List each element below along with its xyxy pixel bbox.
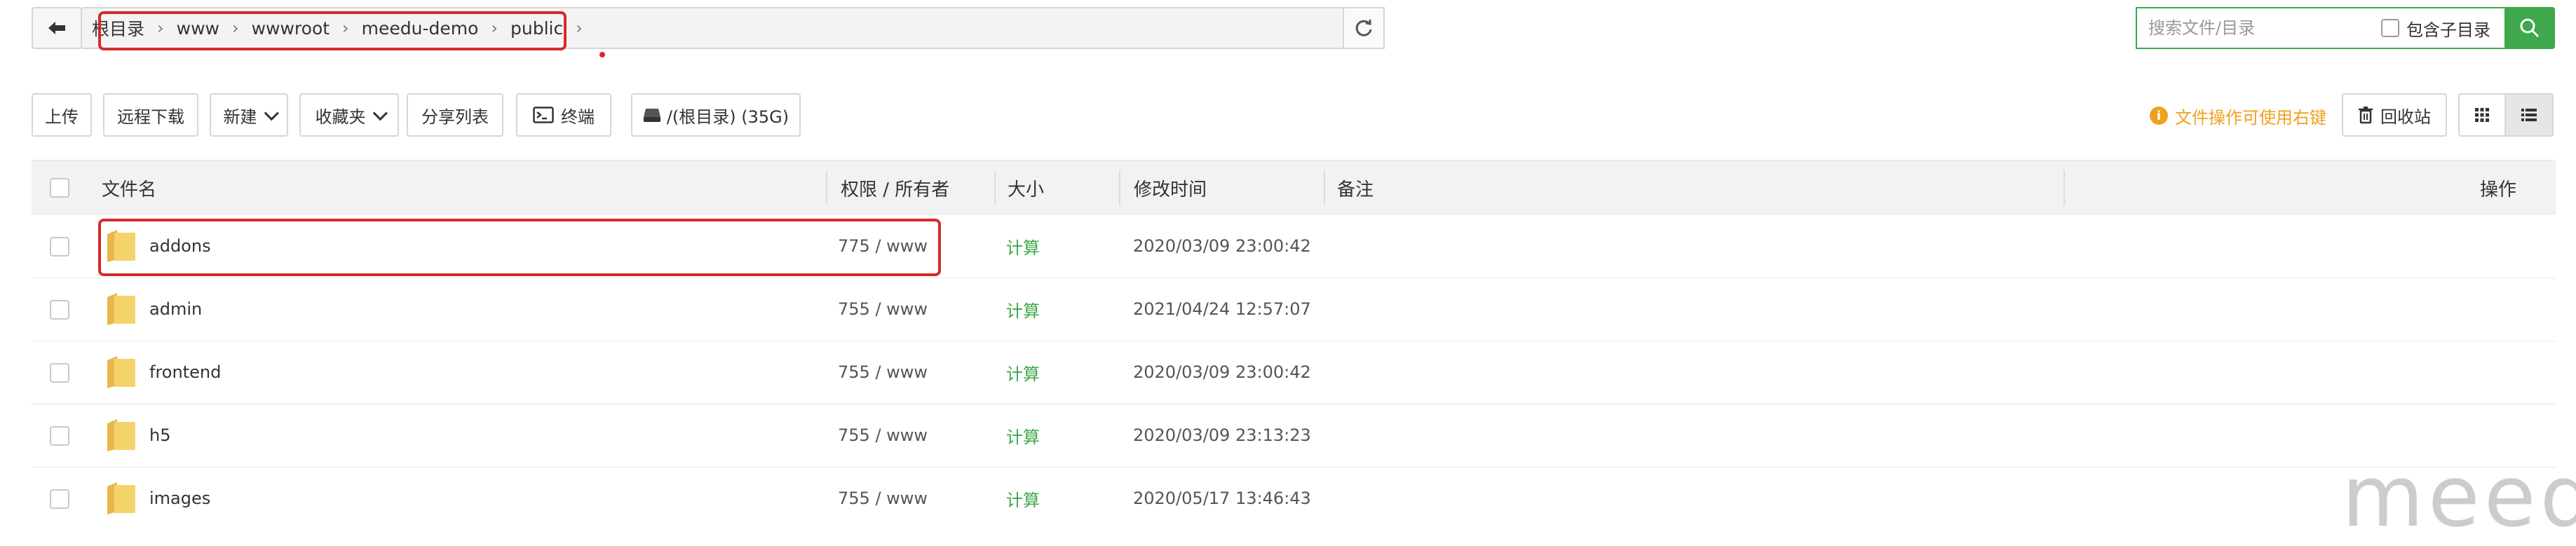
file-permission[interactable]: 755 / www: [838, 467, 928, 530]
calc-size-link[interactable]: 计算: [1006, 214, 1040, 278]
info-icon: i: [2150, 107, 2168, 125]
file-name[interactable]: images: [149, 467, 210, 530]
folder-icon: [107, 419, 135, 451]
chevron-down-icon: [264, 105, 279, 121]
favorites-label: 收藏夹: [315, 107, 366, 127]
upload-button[interactable]: 上传: [32, 93, 92, 137]
search-field: 包含子目录: [2136, 7, 2504, 49]
calc-size-link[interactable]: 计算: [1006, 278, 1040, 341]
annotation-dot: [599, 52, 605, 57]
table-row[interactable]: frontend 755 / www 计算 2020/03/09 23:00:4…: [32, 341, 2556, 404]
refresh-button[interactable]: [1344, 7, 1385, 49]
remote-download-label: 远程下载: [117, 107, 184, 127]
row-checkbox[interactable]: [50, 300, 69, 320]
annotation-highlight-path: [98, 11, 567, 50]
new-dropdown-button[interactable]: 新建: [210, 93, 288, 137]
file-name[interactable]: frontend: [149, 341, 221, 404]
file-mtime: 2020/03/09 23:00:42: [1133, 362, 1311, 382]
table-row[interactable]: admin 755 / www 计算 2021/04/24 12:57:07: [32, 278, 2556, 341]
terminal-button[interactable]: 终端: [516, 93, 611, 137]
row-checkbox[interactable]: [50, 426, 69, 446]
favorites-dropdown-button[interactable]: 收藏夹: [299, 93, 399, 137]
chevron-right-icon: ›: [576, 18, 583, 38]
list-view-icon: [2521, 109, 2537, 121]
file-permission[interactable]: 755 / www: [838, 278, 928, 341]
terminal-icon: [533, 107, 554, 123]
row-checkbox[interactable]: [50, 237, 69, 257]
row-checkbox[interactable]: [50, 489, 69, 509]
terminal-label: 终端: [561, 107, 595, 127]
header-remark: 备注: [1337, 179, 1374, 200]
column-divider: [2063, 170, 2065, 205]
calc-size-link[interactable]: 计算: [1006, 404, 1040, 467]
file-table-header: 文件名 权限 / 所有者 大小 修改时间 备注 操作: [32, 160, 2556, 214]
right-click-tip: i 文件操作可使用右键: [2150, 104, 2326, 128]
file-mtime: 2021/04/24 12:57:07: [1133, 299, 1311, 319]
row-checkbox[interactable]: [50, 363, 69, 383]
header-modified-time[interactable]: 修改时间: [1134, 161, 1207, 215]
recycle-bin-button[interactable]: 回收站: [2342, 93, 2447, 137]
upload-label: 上传: [45, 107, 79, 127]
folder-icon: [107, 356, 135, 388]
file-permission[interactable]: 755 / www: [838, 341, 928, 404]
file-permission[interactable]: 755 / www: [838, 404, 928, 467]
disk-button[interactable]: /(根目录) (35G): [631, 93, 801, 137]
include-subdir-toggle[interactable]: 包含子目录: [2381, 16, 2490, 41]
search-input[interactable]: [2137, 18, 2381, 39]
recycle-bin-label: 回收站: [2380, 107, 2431, 127]
new-label: 新建: [223, 107, 257, 127]
folder-icon: [107, 482, 135, 514]
disk-label: /(根目录) (35G): [666, 107, 789, 127]
include-subdir-checkbox[interactable]: [2381, 19, 2399, 37]
hard-drive-icon: [643, 109, 660, 122]
search-button[interactable]: [2504, 7, 2555, 49]
file-mtime: 2020/03/09 23:13:23: [1133, 425, 1311, 445]
share-list-label: 分享列表: [421, 107, 489, 127]
file-mtime: 2020/05/17 13:46:43: [1133, 489, 1311, 508]
trash-icon: [2359, 107, 2373, 124]
tip-text: 文件操作可使用右键: [2175, 107, 2326, 128]
calc-size-link[interactable]: 计算: [1006, 467, 1040, 530]
calc-size-link[interactable]: 计算: [1006, 341, 1040, 404]
file-name[interactable]: admin: [149, 278, 202, 341]
back-button[interactable]: [32, 7, 82, 49]
column-divider: [1324, 170, 1325, 205]
header-size[interactable]: 大小: [1008, 161, 1044, 215]
grid-view-button[interactable]: [2458, 93, 2506, 137]
file-mtime: 2020/03/09 23:00:42: [1133, 236, 1311, 256]
folder-icon: [107, 293, 135, 325]
share-list-button[interactable]: 分享列表: [407, 93, 503, 137]
header-filename[interactable]: 文件名: [102, 161, 156, 215]
search-icon: [2520, 18, 2540, 38]
list-view-button[interactable]: [2504, 93, 2554, 137]
column-divider: [1119, 170, 1120, 205]
annotation-highlight-row: [98, 219, 941, 276]
refresh-icon: [1355, 20, 1372, 36]
header-actions: 操作: [2480, 179, 2517, 200]
table-row[interactable]: h5 755 / www 计算 2020/03/09 23:13:23: [32, 404, 2556, 467]
column-divider: [994, 170, 996, 205]
file-name[interactable]: h5: [149, 404, 170, 467]
table-row[interactable]: images 755 / www 计算 2020/05/17 13:46:43: [32, 467, 2556, 530]
arrow-left-icon: [48, 22, 65, 34]
select-all-checkbox[interactable]: [50, 178, 69, 198]
watermark: meedu: [2342, 449, 2576, 546]
remote-download-button[interactable]: 远程下载: [103, 93, 198, 137]
chevron-down-icon: [372, 105, 388, 121]
column-divider: [826, 170, 827, 205]
include-subdir-label: 包含子目录: [2406, 20, 2490, 40]
grid-view-icon: [2475, 108, 2489, 122]
header-permission-owner[interactable]: 权限 / 所有者: [841, 161, 949, 215]
